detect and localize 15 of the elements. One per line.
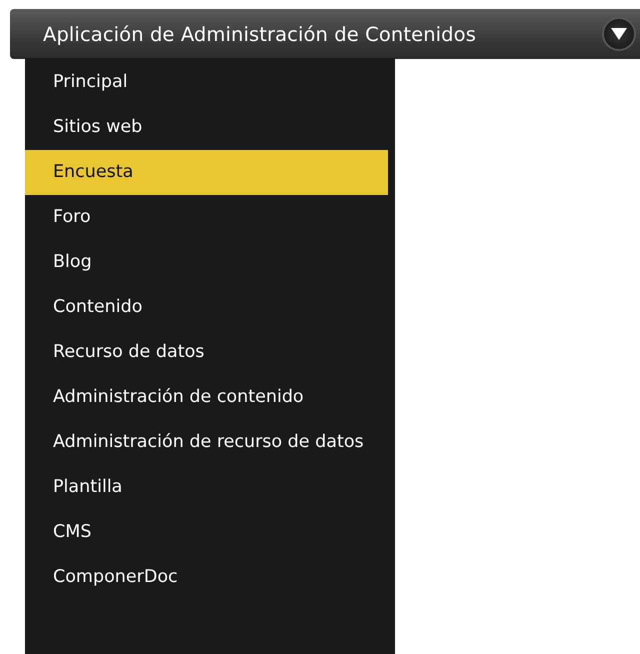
menu-item[interactable]: Encuesta (25, 150, 388, 195)
menu-item[interactable]: Foro (25, 195, 388, 240)
menu-item[interactable]: Sitios web (25, 105, 388, 150)
dropdown-button[interactable] (602, 17, 636, 51)
menu-item[interactable]: Blog (25, 240, 388, 285)
menu-item[interactable]: ComponerDoc (25, 555, 388, 600)
menu-item[interactable]: Plantilla (25, 465, 388, 510)
menu-item[interactable]: Recurso de datos (25, 330, 388, 375)
menu-item[interactable]: Contenido (25, 285, 388, 330)
app-title: Aplicación de Administración de Contenidos (43, 22, 476, 46)
caret-icon (610, 27, 628, 41)
menu-item[interactable]: CMS (25, 510, 388, 555)
menu-item[interactable]: Principal (25, 60, 388, 105)
menu-item[interactable]: Administración de recurso de datos (25, 420, 388, 465)
menu-item[interactable]: Administración de contenido (25, 375, 388, 420)
